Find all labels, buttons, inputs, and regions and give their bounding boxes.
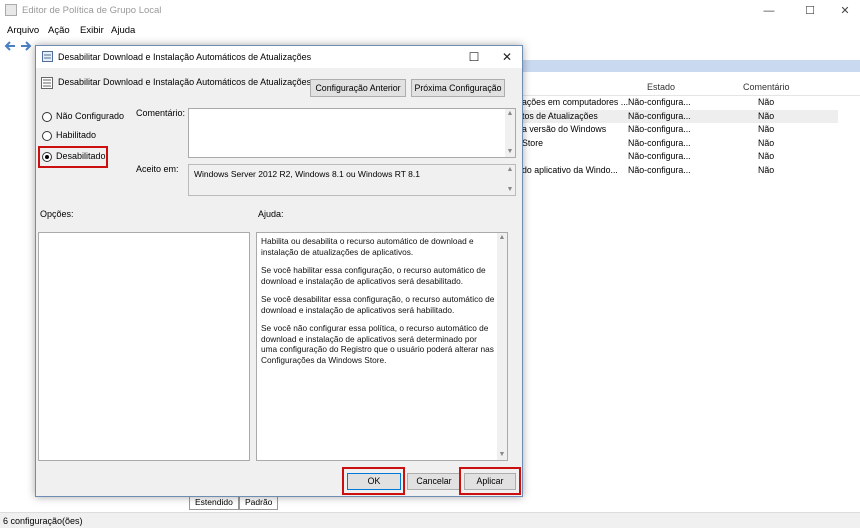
row-setting: do aplicativo da Windo... <box>522 164 618 175</box>
list-row[interactable]: Não-configura... Não <box>522 150 838 164</box>
menu-acao[interactable]: Ação <box>48 25 70 36</box>
highlight-disabled-radio <box>38 146 108 168</box>
previous-setting-button[interactable]: Configuração Anterior <box>310 79 406 97</box>
policy-name: Desabilitar Download e Instalação Automá… <box>58 77 312 87</box>
dialog-titlebar: Desabilitar Download e Instalação Automá… <box>36 46 522 68</box>
app-icon <box>5 4 17 16</box>
policy-setting-icon <box>41 77 53 89</box>
list-row[interactable]: ações em computadores ... Não-configura.… <box>522 96 838 110</box>
help-scrollbar[interactable]: ▲ ▼ <box>497 233 507 460</box>
row-state: Não-configura... <box>628 110 691 121</box>
comment-scrollbar[interactable]: ▲ ▼ <box>505 109 515 157</box>
forward-arrow-icon[interactable] <box>20 40 32 52</box>
radio-circle[interactable] <box>42 131 52 141</box>
supported-scrollbar[interactable]: ▲ ▼ <box>505 165 515 195</box>
column-header-comment[interactable]: Comentário <box>743 82 790 92</box>
tab-estendido[interactable]: Estendido <box>189 496 239 510</box>
supported-on-label: Aceito em: <box>136 164 179 174</box>
row-comment: Não <box>758 151 775 161</box>
scroll-up-icon[interactable]: ▲ <box>506 110 514 118</box>
row-setting: a versão do Windows <box>522 124 607 134</box>
highlight-apply-button <box>459 467 521 495</box>
status-text: 6 configuração(ões) <box>3 516 83 526</box>
help-paragraph: Se você habilitar essa configuração, o r… <box>261 265 486 286</box>
next-setting-button[interactable]: Próxima Configuração <box>411 79 505 97</box>
tree-pane <box>0 54 36 494</box>
comment-textarea[interactable]: ▲ ▼ <box>188 108 516 158</box>
supported-on-field: Windows Server 2012 R2, Windows 8.1 ou W… <box>188 164 516 196</box>
help-paragraph: Habilita ou desabilita o recurso automát… <box>261 236 474 257</box>
tab-padrao[interactable]: Padrão <box>239 496 279 510</box>
main-window-title: Editor de Política de Grupo Local <box>22 5 162 16</box>
row-state: Não-configura... <box>628 97 691 107</box>
list-row[interactable]: a versão do Windows Não-configura... Não <box>522 123 838 137</box>
row-comment: Não <box>758 137 775 148</box>
close-button[interactable]: ✕ <box>830 2 860 20</box>
maximize-button[interactable]: ☐ <box>795 2 825 20</box>
help-paragraph: Se você desabilitar essa configuração, o… <box>261 294 495 315</box>
row-state: Não-configura... <box>628 124 691 134</box>
highlight-ok-button <box>342 467 405 495</box>
list-header: Estado Comentário <box>522 78 860 96</box>
options-pane <box>38 232 250 461</box>
row-state: Não-configura... <box>628 137 691 148</box>
radio-circle[interactable] <box>42 112 52 122</box>
help-paragraph: Se você não configurar essa política, o … <box>261 323 494 365</box>
policy-icon <box>42 51 53 62</box>
column-header-state[interactable]: Estado <box>647 82 675 92</box>
help-text: Habilita ou desabilita o recurso automát… <box>261 236 495 373</box>
dialog-close-button[interactable]: ✕ <box>494 48 520 66</box>
list-row[interactable]: Store Não-configura... Não <box>522 137 838 151</box>
main-titlebar: Editor de Política de Grupo Local — ☐ ✕ <box>0 0 860 22</box>
list-row[interactable]: do aplicativo da Windo... Não-configura.… <box>522 164 838 178</box>
minimize-button[interactable]: — <box>754 2 784 20</box>
scroll-down-icon[interactable]: ▼ <box>506 186 514 194</box>
policy-dialog: Desabilitar Download e Instalação Automá… <box>35 45 523 497</box>
scroll-down-icon[interactable]: ▼ <box>498 451 506 459</box>
menu-bar: Arquivo Ação Exibir Ajuda <box>0 22 860 38</box>
supported-on-value: Windows Server 2012 R2, Windows 8.1 ou W… <box>194 169 420 179</box>
row-comment: Não <box>758 97 775 107</box>
radio-label: Não Configurado <box>56 111 125 121</box>
row-comment: Não <box>758 110 775 121</box>
row-comment: Não <box>758 164 775 175</box>
scroll-up-icon[interactable]: ▲ <box>506 166 514 174</box>
menu-ajuda[interactable]: Ajuda <box>111 25 135 36</box>
row-comment: Não <box>758 124 775 134</box>
scroll-down-icon[interactable]: ▼ <box>506 148 514 156</box>
row-setting: ações em computadores ... <box>522 97 629 107</box>
row-setting: tos de Atualizações <box>522 110 598 121</box>
row-state: Não-configura... <box>628 151 691 161</box>
row-setting: Store <box>522 137 544 148</box>
row-state: Não-configura... <box>628 164 691 175</box>
comment-label: Comentário: <box>136 108 186 118</box>
radio-label: Habilitado <box>56 130 97 140</box>
dialog-title: Desabilitar Download e Instalação Automá… <box>58 52 312 62</box>
list-row[interactable]: tos de Atualizações Não-configura... Não <box>522 109 838 123</box>
help-label: Ajuda: <box>258 209 284 219</box>
scroll-up-icon[interactable]: ▲ <box>498 234 506 242</box>
list-title-strip <box>522 60 860 72</box>
cancel-button[interactable]: Cancelar <box>407 473 461 490</box>
dialog-maximize-button[interactable]: ☐ <box>461 48 487 66</box>
menu-arquivo[interactable]: Arquivo <box>7 25 39 36</box>
status-bar: 6 configuração(ões) <box>0 512 860 528</box>
help-pane: Habilita ou desabilita o recurso automát… <box>256 232 508 461</box>
options-label: Opções: <box>40 209 74 219</box>
menu-exibir[interactable]: Exibir <box>80 25 104 36</box>
back-arrow-icon[interactable] <box>4 40 16 52</box>
